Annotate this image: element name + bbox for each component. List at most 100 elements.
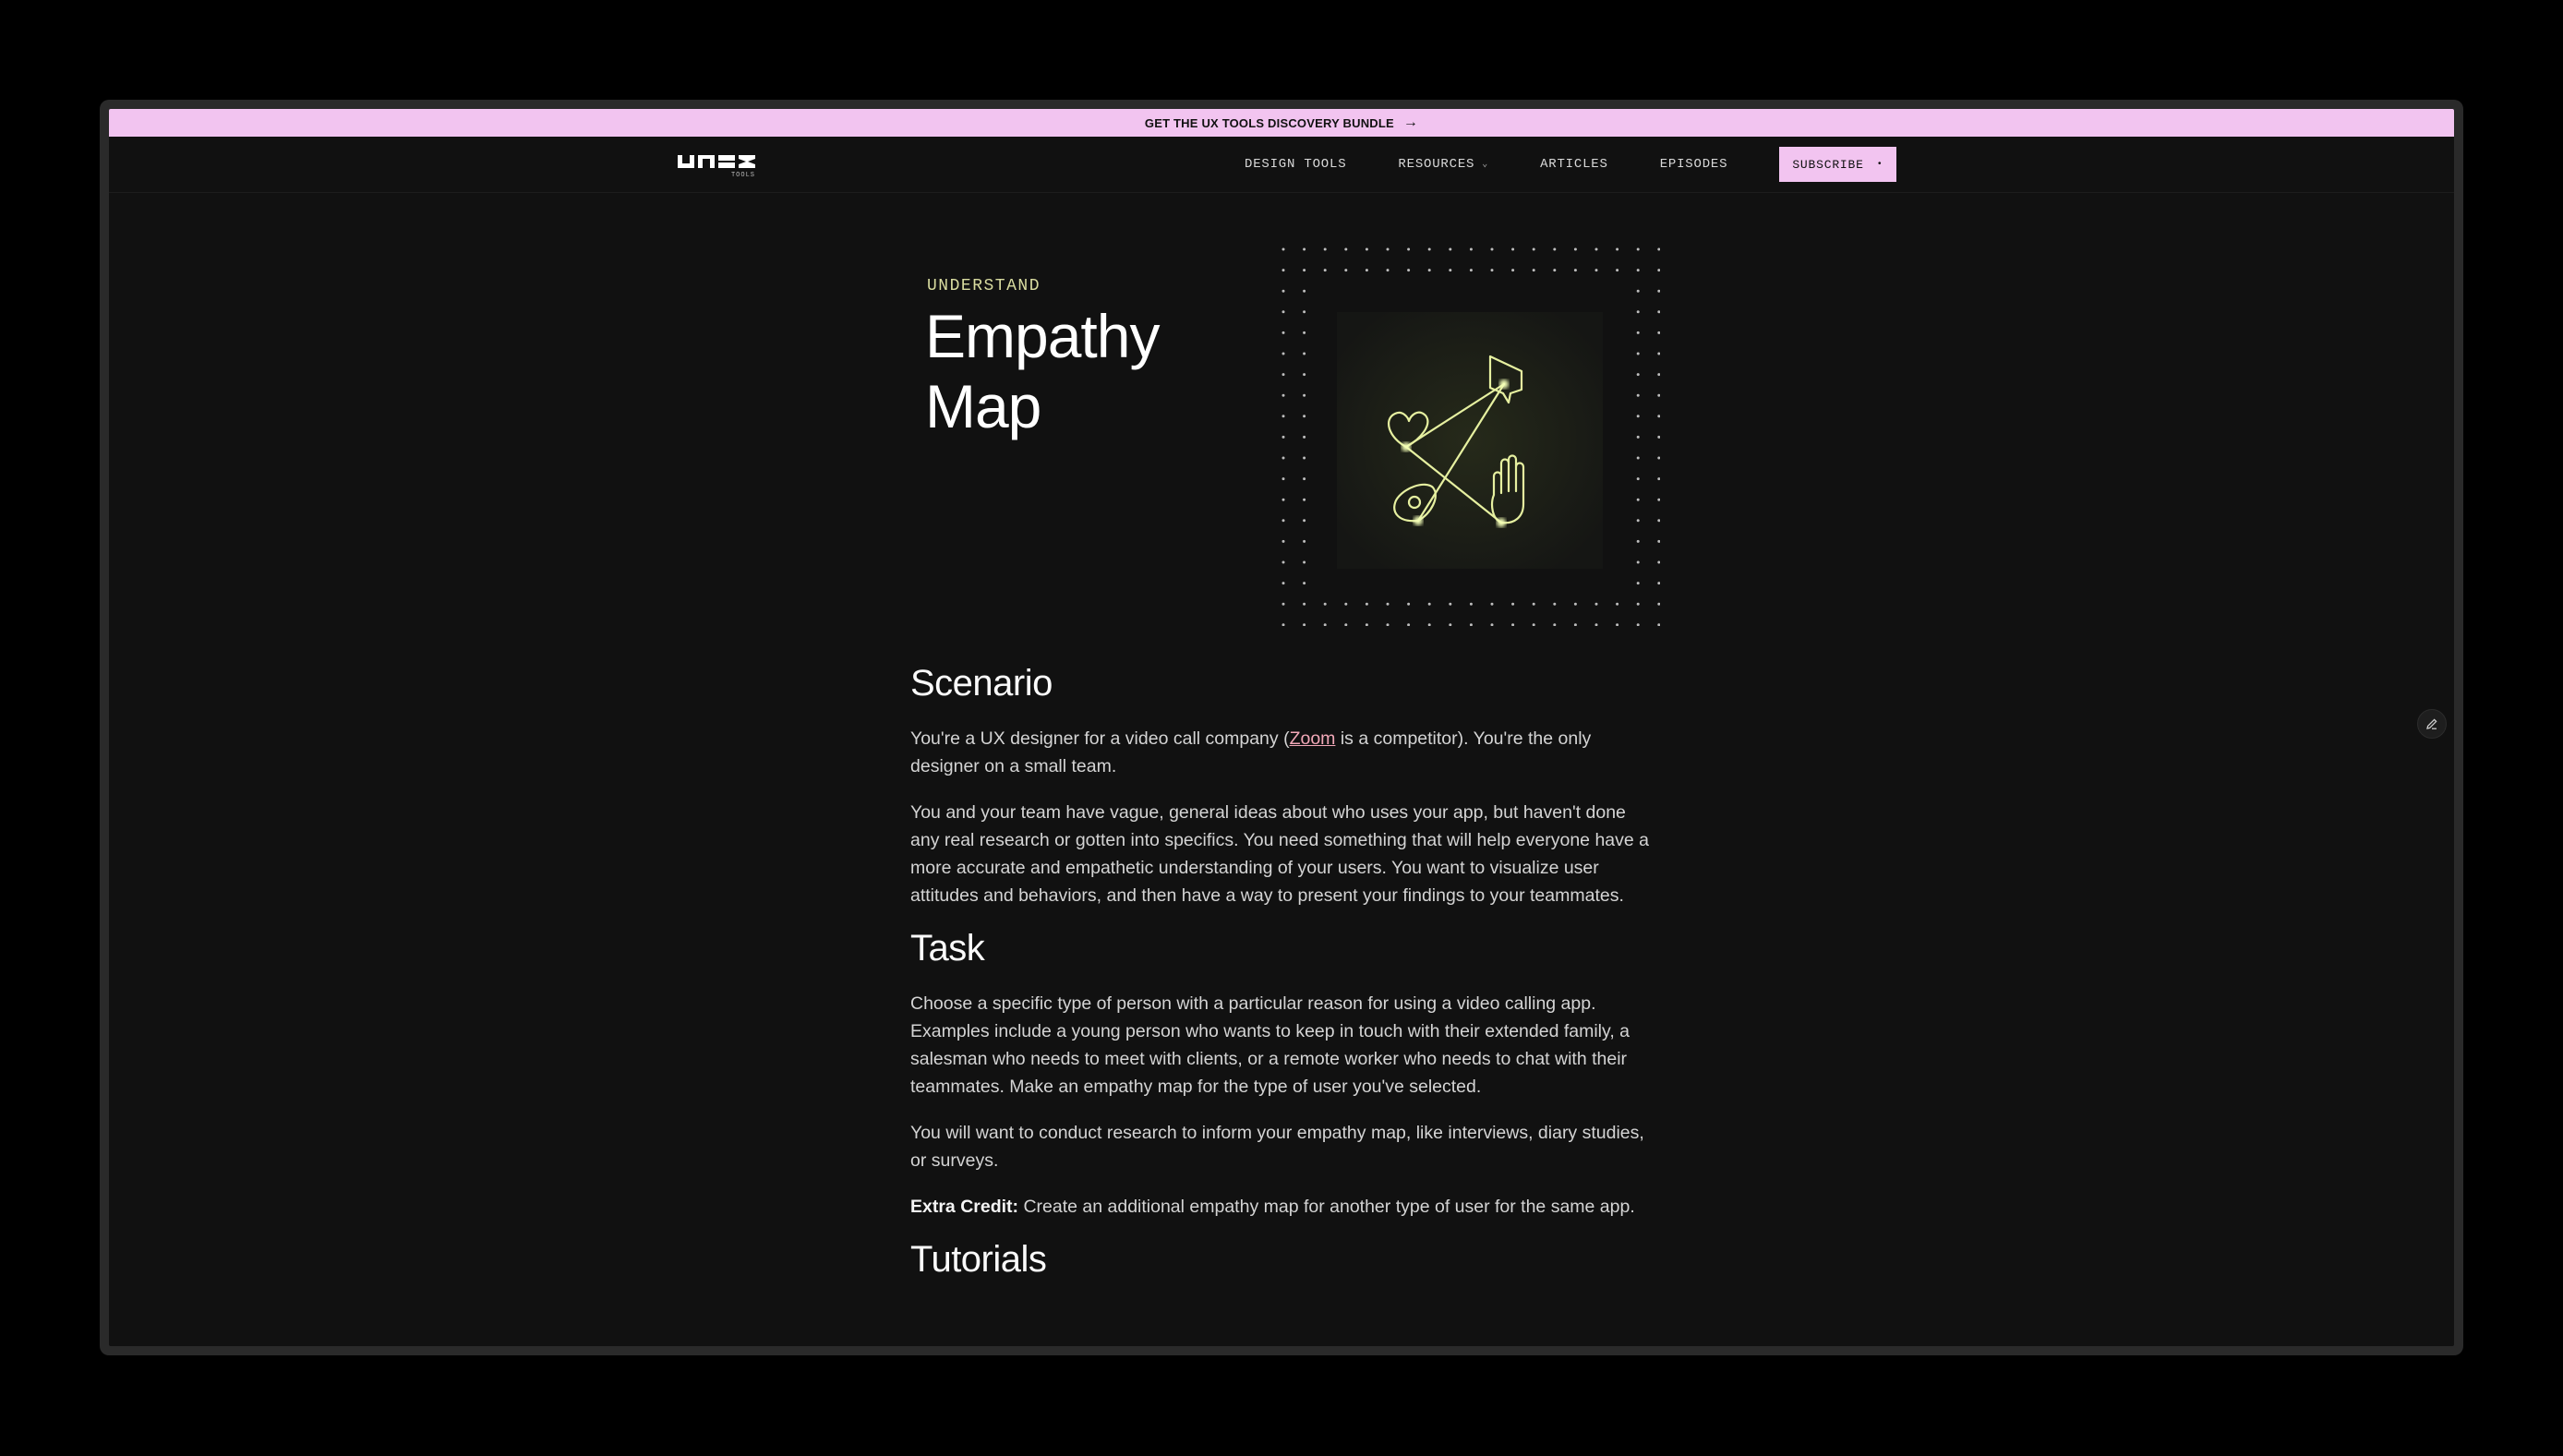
extra-credit-text: Create an additional empathy map for ano… [1018, 1197, 1635, 1217]
decorative-dot [1365, 623, 1368, 626]
decorative-dot [1636, 602, 1640, 606]
decorative-dot [1657, 623, 1660, 626]
decorative-dot [1469, 269, 1473, 272]
decorative-dot [1344, 269, 1348, 272]
decorative-dot [1303, 247, 1306, 251]
task-paragraph-2: You will want to conduct research to inf… [910, 1123, 1644, 1171]
decorative-dot [1636, 435, 1640, 439]
decorative-dot [1573, 623, 1577, 626]
decorative-dot [1303, 269, 1306, 272]
edit-button[interactable] [2417, 709, 2447, 739]
decorative-dot [1407, 623, 1411, 626]
nav-item-episodes[interactable]: EPISODES [1660, 157, 1728, 172]
decorative-dot [1282, 477, 1285, 481]
decorative-dot [1303, 289, 1306, 293]
decorative-dot [1303, 393, 1306, 397]
decorative-dot [1282, 435, 1285, 439]
decorative-dot [1573, 602, 1577, 606]
decorative-dot [1616, 623, 1619, 626]
decorative-dot [1636, 415, 1640, 418]
decorative-dot [1636, 456, 1640, 460]
decorative-dot [1449, 247, 1452, 251]
promo-banner[interactable]: GET THE UX TOOLS DISCOVERY BUNDLE → [109, 109, 2454, 137]
empathy-map-illustration-icon [1282, 247, 1660, 626]
decorative-dot [1532, 247, 1535, 251]
decorative-dot [1344, 247, 1348, 251]
decorative-dot [1365, 602, 1368, 606]
decorative-dot [1282, 247, 1285, 251]
decorative-dot [1427, 623, 1431, 626]
scenario-paragraph-2: You and your team have vague, general id… [910, 802, 1649, 906]
decorative-dot [1490, 602, 1494, 606]
decorative-dot [1469, 623, 1473, 626]
decorative-dot [1511, 269, 1515, 272]
page-title: Empathy Map [925, 301, 1160, 441]
decorative-dot [1636, 352, 1640, 355]
nav-item-label: RESOURCES [1398, 157, 1475, 172]
decorative-dot [1657, 247, 1660, 251]
decorative-dot [1657, 435, 1660, 439]
subscribe-button[interactable]: SUBSCRIBE • [1779, 147, 1896, 182]
decorative-dot [1636, 582, 1640, 585]
decorative-dot [1303, 519, 1306, 523]
decorative-dot [1636, 373, 1640, 377]
decorative-dot [1282, 560, 1285, 564]
decorative-dot [1386, 602, 1390, 606]
decorative-dot [1657, 560, 1660, 564]
decorative-dot [1303, 582, 1306, 585]
decorative-dot [1636, 477, 1640, 481]
decorative-dot [1282, 456, 1285, 460]
decorative-dot [1553, 623, 1557, 626]
decorative-dot [1323, 623, 1327, 626]
text-segment: You're a UX designer for a video call co… [910, 728, 1290, 749]
decorative-dot [1490, 247, 1494, 251]
decorative-dot [1407, 269, 1411, 272]
decorative-dot [1282, 539, 1285, 543]
decorative-dot [1573, 269, 1577, 272]
decorative-dot [1636, 247, 1640, 251]
decorative-dot [1511, 623, 1515, 626]
page-viewport: GET THE UX TOOLS DISCOVERY BUNDLE → TOOL… [109, 109, 2454, 1346]
decorative-dot [1657, 477, 1660, 481]
decorative-dot [1657, 331, 1660, 334]
decorative-dot [1365, 247, 1368, 251]
decorative-dot [1344, 623, 1348, 626]
decorative-dot [1553, 247, 1557, 251]
decorative-dot [1303, 623, 1306, 626]
decorative-dot [1282, 623, 1285, 626]
decorative-dot [1303, 539, 1306, 543]
decorative-dot [1553, 602, 1557, 606]
decorative-dot [1657, 289, 1660, 293]
extra-credit-paragraph: Extra Credit: Create an additional empat… [910, 1193, 1658, 1221]
article-content: Scenario You're a UX designer for a vide… [910, 663, 1658, 1301]
decorative-dot [1657, 269, 1660, 272]
decorative-dot [1386, 247, 1390, 251]
decorative-dot [1532, 269, 1535, 272]
decorative-dot [1282, 289, 1285, 293]
decorative-dot [1636, 269, 1640, 272]
nav-item-resources[interactable]: RESOURCES ⌄ [1398, 157, 1488, 172]
decorative-dot [1282, 582, 1285, 585]
task-paragraph-1: Choose a specific type of person with a … [910, 993, 1630, 1097]
nav-item-design-tools[interactable]: DESIGN TOOLS [1245, 157, 1346, 172]
decorative-dot [1282, 602, 1285, 606]
decorative-dot [1449, 623, 1452, 626]
decorative-dot [1636, 623, 1640, 626]
decorative-dot [1386, 269, 1390, 272]
decorative-dot [1427, 269, 1431, 272]
decorative-dot [1323, 269, 1327, 272]
logo-icon[interactable]: TOOLS [678, 153, 755, 177]
decorative-dot [1386, 623, 1390, 626]
decorative-dot [1303, 415, 1306, 418]
decorative-dot [1657, 310, 1660, 314]
decorative-dot [1449, 602, 1452, 606]
decorative-dot [1636, 560, 1640, 564]
task-heading: Task [910, 928, 985, 969]
decorative-dot [1344, 602, 1348, 606]
decorative-dot [1657, 393, 1660, 397]
nav-item-articles[interactable]: ARTICLES [1540, 157, 1608, 172]
decorative-dot [1323, 602, 1327, 606]
decorative-dot [1427, 247, 1431, 251]
decorative-dot [1594, 247, 1598, 251]
zoom-link[interactable]: Zoom [1290, 728, 1336, 749]
